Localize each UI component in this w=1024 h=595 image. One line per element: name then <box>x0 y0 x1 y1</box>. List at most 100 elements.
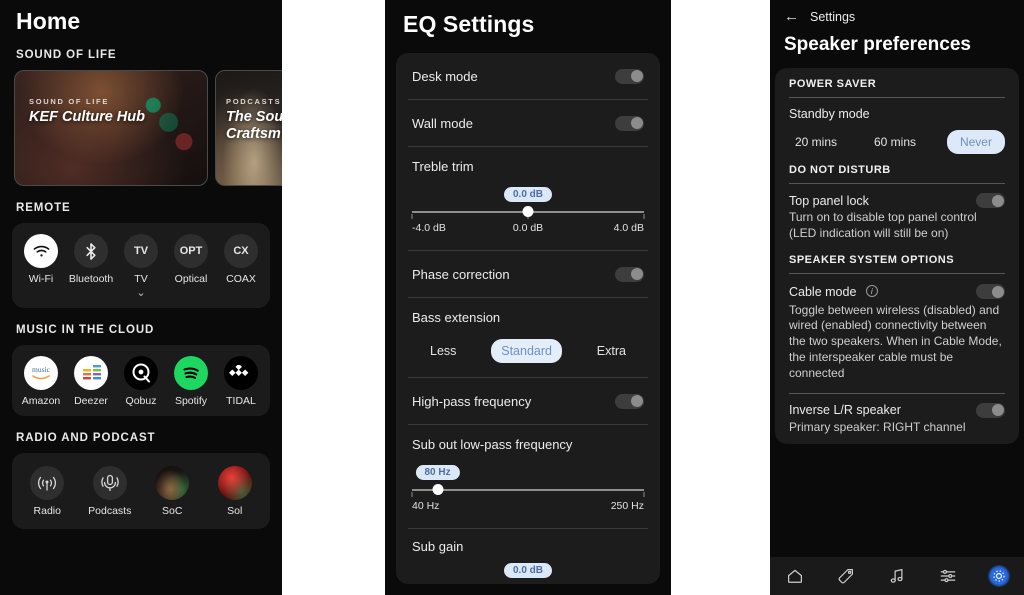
service-item-deezer[interactable]: Deezer <box>66 356 116 407</box>
standby-option-60-mins[interactable]: 60 mins <box>868 130 922 154</box>
slider-track[interactable] <box>411 484 645 497</box>
eq-settings-panel: EQ Settings Desk mode Wall mode Treble t… <box>385 0 671 595</box>
hero-card-kicker: SOUND OF LIFE <box>29 97 110 106</box>
info-icon[interactable]: i <box>865 285 878 298</box>
section-label-remote: REMOTE <box>16 202 71 214</box>
inverse-lr-speaker-row[interactable]: Inverse L/R speaker <box>789 402 1005 418</box>
eq-row-label: Treble trim <box>412 158 474 174</box>
bass-option-standard[interactable]: Standard <box>491 339 562 363</box>
screenshot-stage: Home SOUND OF LIFE SOUND OF LIFE KEF Cul… <box>0 0 1024 595</box>
cable-mode-description: Toggle between wireless (disabled) and w… <box>789 302 1002 380</box>
amazon-music-icon: music <box>24 356 58 391</box>
speaker-header: ← Settings Speaker preferences <box>770 0 1024 68</box>
radio-antenna-icon <box>30 466 65 501</box>
breadcrumb[interactable]: Settings <box>810 10 855 24</box>
hero-card-podcasts[interactable]: PODCASTS The Sou Craftsm <box>215 70 282 186</box>
radio-item-podcasts[interactable]: Podcasts <box>84 466 136 517</box>
high-pass-frequency-toggle[interactable] <box>615 393 644 409</box>
wall-mode-toggle[interactable] <box>615 115 644 131</box>
bass-option-extra[interactable]: Extra <box>587 339 636 363</box>
desk-mode-toggle[interactable] <box>615 68 644 84</box>
section-radio-and-podcast: RADIO AND PODCAST Radio Podcasts SoC Sol <box>0 432 282 530</box>
inverse-lr-speaker-description: Primary speaker: RIGHT channel <box>789 419 966 434</box>
top-panel-lock-row[interactable]: Top panel lock <box>789 193 1005 208</box>
source-label: Wi-Fi <box>28 273 54 285</box>
service-label: Qobuz <box>125 395 157 408</box>
radio-podcast-card: Radio Podcasts SoC Sol <box>12 453 270 530</box>
phase-correction-toggle[interactable] <box>615 266 644 282</box>
tv-badge-icon: TV <box>124 234 158 268</box>
eq-row-phase-correction[interactable]: Phase correction <box>396 251 660 297</box>
scale-max: 250 Hz <box>610 500 644 512</box>
eq-row-label: Wall mode <box>412 115 473 131</box>
source-label: Bluetooth <box>68 273 114 285</box>
sol-artwork-icon <box>217 466 252 501</box>
podcast-mic-icon <box>92 466 127 501</box>
hero-carousel[interactable]: SOUND OF LIFE KEF Culture Hub PODCASTS T… <box>0 70 282 186</box>
back-navigation[interactable]: ← Settings <box>784 9 1010 24</box>
slider-track[interactable] <box>411 206 645 219</box>
eq-row-label: High-pass frequency <box>412 393 532 409</box>
service-item-spotify[interactable]: Spotify <box>166 356 216 407</box>
bass-extension-segmented-control[interactable]: Less Standard Extra <box>412 336 644 377</box>
service-label: Amazon <box>21 395 61 408</box>
service-item-qobuz[interactable]: Qobuz <box>116 356 166 407</box>
hero-card-kef-culture-hub[interactable]: SOUND OF LIFE KEF Culture Hub <box>14 70 208 186</box>
radio-item-sol[interactable]: Sol <box>209 466 261 517</box>
speaker-preferences-card: POWER SAVER Standby mode 20 mins 60 mins… <box>775 68 1019 444</box>
section-music-in-the-cloud: MUSIC IN THE CLOUD music Amazon Deezer Q… <box>0 324 282 417</box>
chevron-down-icon[interactable]: ⌄ <box>116 286 166 299</box>
section-heading-do-not-disturb: DO NOT DISTURB <box>789 164 1005 184</box>
source-item-tv[interactable]: TV TV <box>116 234 166 285</box>
eq-row-sub-gain: Sub gain 0.0 dB <box>396 529 660 582</box>
music-note-icon[interactable] <box>886 565 908 587</box>
source-item-coax[interactable]: CX COAX <box>216 234 266 285</box>
inverse-lr-speaker-toggle[interactable] <box>976 402 1005 418</box>
home-icon[interactable] <box>784 565 806 587</box>
hero-card-title: KEF Culture Hub <box>29 109 145 125</box>
treble-trim-slider[interactable]: 0.0 dB -4.0 dB 0.0 dB 4.0 dB <box>411 185 645 250</box>
standby-mode-options[interactable]: 20 mins 60 mins Never <box>789 130 1005 154</box>
section-label-music-cloud: MUSIC IN THE CLOUD <box>16 324 155 337</box>
radio-label: Radio <box>33 505 61 518</box>
source-item-bluetooth[interactable]: Bluetooth <box>66 234 116 285</box>
standby-option-20-mins[interactable]: 20 mins <box>789 130 843 154</box>
source-item-optical[interactable]: OPT Optical <box>166 234 216 285</box>
scale-min: -4.0 dB <box>412 222 446 234</box>
bluetooth-icon <box>74 234 108 268</box>
back-arrow-icon[interactable]: ← <box>784 9 799 24</box>
cable-mode-toggle[interactable] <box>976 284 1005 300</box>
service-item-amazon[interactable]: music Amazon <box>16 356 66 407</box>
service-label: Spotify <box>174 395 208 408</box>
source-label: TV <box>134 273 148 285</box>
scale-mid: 0.0 dB <box>512 222 544 234</box>
equalizer-sliders-icon[interactable] <box>937 565 959 587</box>
service-item-tidal[interactable]: TIDAL <box>216 356 266 407</box>
slider-handle[interactable] <box>432 484 444 495</box>
slider-handle[interactable] <box>522 206 534 217</box>
tag-icon[interactable] <box>835 565 857 587</box>
page-title: Speaker preferences <box>784 34 971 55</box>
top-panel-lock-toggle[interactable] <box>976 193 1005 208</box>
radio-item-soc[interactable]: SoC <box>146 466 198 517</box>
bass-option-less[interactable]: Less <box>420 339 466 363</box>
eq-row-sub-out-low-pass: Sub out low-pass frequency 80 Hz 40 Hz 2… <box>396 425 660 528</box>
home-header: Home <box>0 0 282 49</box>
treble-trim-value-bubble: 0.0 dB <box>503 187 553 202</box>
page-title: EQ Settings <box>403 11 535 37</box>
settings-gear-icon[interactable] <box>987 565 1010 587</box>
radio-item-radio[interactable]: Radio <box>21 466 73 517</box>
eq-row-label: Sub out low-pass frequency <box>412 436 573 452</box>
cable-mode-label: Cable mode <box>789 284 857 299</box>
cable-mode-row[interactable]: Cable mode i <box>789 283 1005 301</box>
radio-label: Podcasts <box>88 505 132 518</box>
eq-row-desk-mode[interactable]: Desk mode <box>396 53 660 99</box>
source-item-wifi[interactable]: Wi-Fi <box>16 234 66 285</box>
hero-card-title: The Sou Craftsm <box>226 109 282 143</box>
eq-row-high-pass-frequency[interactable]: High-pass frequency <box>396 378 660 424</box>
eq-row-label: Desk mode <box>412 68 478 84</box>
sub-out-low-pass-slider[interactable]: 80 Hz 40 Hz 250 Hz <box>411 463 645 528</box>
standby-option-never[interactable]: Never <box>946 130 1005 154</box>
eq-row-wall-mode[interactable]: Wall mode <box>396 100 660 146</box>
section-remote: REMOTE Wi-Fi Bluetooth TV TV OPT Optical… <box>0 202 282 309</box>
